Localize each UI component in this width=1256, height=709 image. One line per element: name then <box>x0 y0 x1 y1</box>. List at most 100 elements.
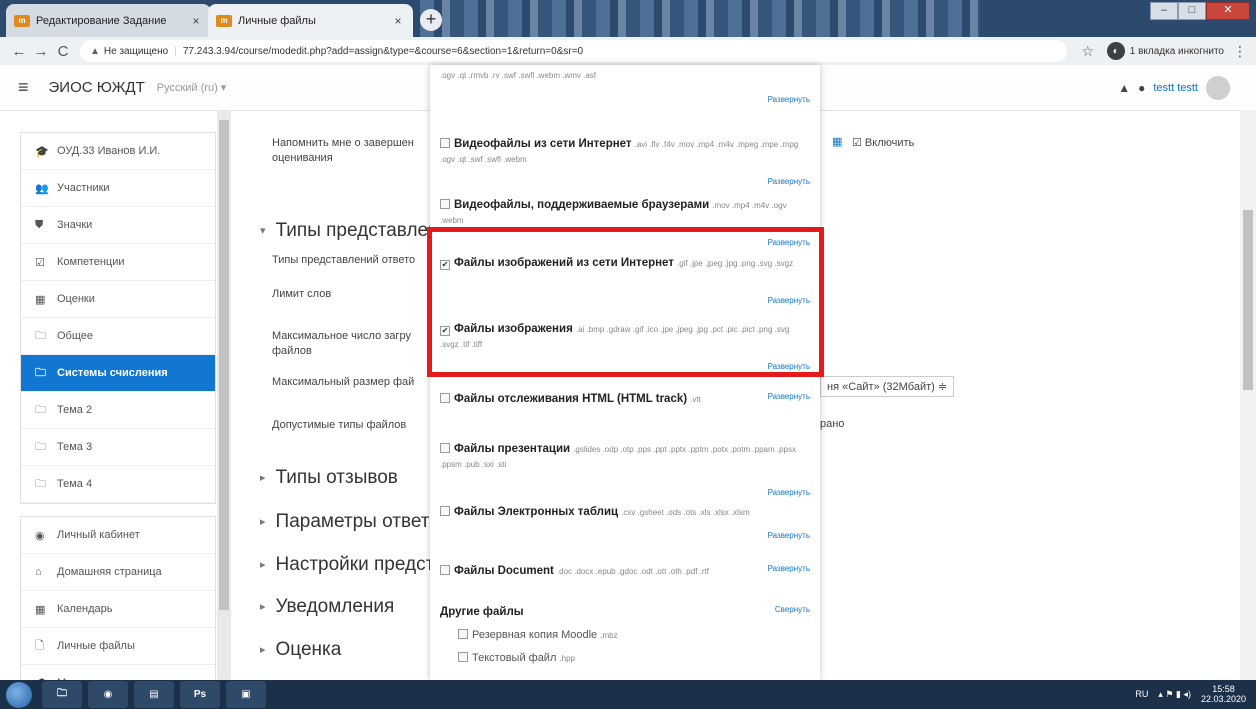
other-file-item[interactable]: Резервная копия Moodle .mbz <box>440 628 810 643</box>
enable-checkbox[interactable]: ☑ Включить <box>852 136 914 149</box>
group-header[interactable]: Видеофайлы, поддерживаемые браузерами .m… <box>440 198 810 228</box>
sidebar-item[interactable]: ☑ Компетенции <box>21 244 215 281</box>
hamburger-menu-icon[interactable]: ≡ <box>18 77 29 98</box>
file-type-group: Видеофайлы, поддерживаемые браузерами .m… <box>440 198 810 247</box>
page-scrollbar[interactable] <box>1240 110 1256 680</box>
moodle-favicon-icon: m <box>216 14 232 27</box>
site-brand[interactable]: ЭИОС ЮЖДТ <box>49 79 145 96</box>
sidebar-item[interactable]: 🎓 ОУД.33 Иванов И.И. <box>21 133 215 170</box>
tab-close-icon[interactable]: × <box>391 14 405 28</box>
word-limit-label: Лимит слов <box>272 288 332 300</box>
warning-icon: ▲ <box>90 45 100 57</box>
incognito-indicator[interactable]: ◐ 1 вкладка инкогнито <box>1106 42 1224 60</box>
avatar[interactable] <box>1206 76 1230 100</box>
page-scrollbar-thumb[interactable] <box>1243 210 1253 390</box>
group-checkbox[interactable] <box>440 443 450 453</box>
group-header[interactable]: Файлы Электронных таблиц .csv .gsheet .o… <box>440 505 810 520</box>
url-input[interactable]: ▲ Не защищено | 77.243.3.94/course/moded… <box>80 40 1067 62</box>
explorer-icon[interactable]: 🗀 <box>42 681 82 708</box>
tray-icons[interactable]: ▴ ⚑ ▮ ◂) <box>1158 689 1191 700</box>
expand-link[interactable]: Развернуть <box>768 488 810 497</box>
group-header[interactable]: Видеофайлы из сети Интернет .avi .flv .f… <box>440 137 810 167</box>
form-section-header[interactable]: ▸ Уведомления <box>260 596 394 618</box>
bookmark-star-icon[interactable]: ☆ <box>1077 43 1099 60</box>
group-checkbox[interactable] <box>440 565 450 575</box>
drawer-scrollbar-thumb[interactable] <box>219 120 229 610</box>
chevron-right-icon: ▸ <box>260 559 266 572</box>
computer-icon[interactable]: ▣ <box>226 681 266 708</box>
group-checkbox[interactable] <box>440 138 450 148</box>
expand-link[interactable]: Развернуть <box>768 564 810 573</box>
group-checkbox[interactable] <box>440 199 450 209</box>
file-type-extension: .hpp <box>559 654 576 663</box>
group-header[interactable]: Файлы отслеживания HTML (HTML track) .vt… <box>440 392 810 407</box>
messages-icon[interactable]: ● <box>1138 81 1145 95</box>
other-file-item[interactable]: Текстовый файл .hpp <box>440 651 810 666</box>
minimize-button[interactable]: – <box>1150 2 1178 20</box>
browser-menu-icon[interactable]: ⋮ <box>1232 43 1248 60</box>
group-checkbox[interactable] <box>440 506 450 516</box>
drawer-scrollbar[interactable] <box>217 110 231 680</box>
form-section-header[interactable]: ▸ Типы отзывов <box>260 467 398 489</box>
chrome-icon[interactable]: ◉ <box>88 681 128 708</box>
section-submission-types[interactable]: ▾ Типы представлен <box>260 220 439 242</box>
sidebar-item[interactable]: 🗀 Общее <box>21 318 215 355</box>
clock[interactable]: 15:58 22.03.2020 <box>1201 684 1246 704</box>
language-indicator[interactable]: RU <box>1135 689 1148 699</box>
group-header[interactable]: Файлы Document .doc .docx .epub .gdoc .o… <box>440 564 810 579</box>
tab-close-icon[interactable]: × <box>189 14 203 28</box>
start-button[interactable] <box>6 681 32 708</box>
reload-button[interactable]: C <box>52 43 74 60</box>
checkbox-icon: ☑ <box>35 256 45 269</box>
max-files-label: Максимальное число загру файлов <box>272 330 411 357</box>
tab-edit-assignment[interactable]: m Редактирование Задание × <box>6 4 211 37</box>
forward-button[interactable]: → <box>30 43 52 60</box>
file-type-checkbox[interactable] <box>458 629 468 639</box>
chevron-right-icon: ▸ <box>260 472 266 485</box>
sidebar-item[interactable]: 🗀 Тема 2 <box>21 392 215 429</box>
expand-link[interactable]: Развернуть <box>768 531 810 540</box>
tab-private-files[interactable]: m Личные файлы × <box>208 4 413 37</box>
max-size-select[interactable]: ня «Сайт» (32Мбайт) ≑ <box>820 376 955 397</box>
back-button[interactable]: ← <box>8 43 30 60</box>
photoshop-icon[interactable]: Ps <box>180 681 220 708</box>
chevron-right-icon: ▸ <box>260 601 266 614</box>
file-type-checkbox[interactable] <box>458 652 468 662</box>
sidebar-item[interactable]: 🗀 Системы счисления <box>21 355 215 392</box>
new-tab-button[interactable]: + <box>420 9 442 31</box>
file-type-extension: .mbz <box>600 631 618 640</box>
notifications-bell-icon[interactable]: ▲ <box>1118 81 1130 95</box>
close-window-button[interactable]: ✕ <box>1206 2 1250 20</box>
expand-link[interactable]: Развернуть <box>768 392 810 401</box>
group-checkbox[interactable] <box>440 393 450 403</box>
form-section-header[interactable]: ▸ Оценка <box>260 639 341 661</box>
sidebar-item[interactable]: ⌂ Домашняя страница <box>21 554 215 591</box>
user-name[interactable]: testt testt <box>1153 82 1198 94</box>
sidebar-item[interactable]: ▦ Оценки <box>21 281 215 318</box>
sidebar-item[interactable]: 🗀 Тема 3 <box>21 429 215 466</box>
group-header[interactable]: Файлы презентации .gslides .odp .otp .pp… <box>440 442 810 472</box>
incognito-icon: ◐ <box>1106 42 1125 60</box>
user-area: ▲ ● testt testt <box>1118 76 1230 100</box>
sidebar-item[interactable]: ⛊ Значки <box>21 207 215 244</box>
sidebar-item[interactable]: 👥 Участники <box>21 170 215 207</box>
form-section-header[interactable]: ▸ Параметры ответа <box>260 511 440 533</box>
sidebar-item[interactable]: ▦ Календарь <box>21 591 215 628</box>
max-size-label: Максимальный размер фай <box>272 376 415 388</box>
file-type-group: Файлы Document .doc .docx .epub .gdoc .o… <box>440 564 810 579</box>
calendar-icon[interactable]: ▦ <box>832 135 842 148</box>
sidebar-item[interactable]: ◉ Личный кабинет <box>21 517 215 554</box>
clock-time: 15:58 <box>1212 684 1235 694</box>
maximize-button[interactable]: □ <box>1178 2 1206 20</box>
file-type-group: Файлы Электронных таблиц .csv .gsheet .o… <box>440 505 810 540</box>
collapse-link[interactable]: Свернуть <box>775 605 810 614</box>
sidebar-item-label: ОУД.33 Иванов И.И. <box>57 145 161 157</box>
expand-link[interactable]: Развернуть <box>768 95 810 104</box>
language-selector[interactable]: Русский (ru) ▾ <box>157 81 227 94</box>
library-icon[interactable]: ▤ <box>134 681 174 708</box>
expand-link[interactable]: Развернуть <box>768 177 810 186</box>
sidebar-item[interactable]: 🗀 Тема 4 <box>21 466 215 503</box>
form-section-header[interactable]: ▸ Настройки предст <box>260 554 434 576</box>
security-status[interactable]: Не защищено <box>104 46 168 57</box>
sidebar-item[interactable]: 🗋 Личные файлы <box>21 628 215 665</box>
